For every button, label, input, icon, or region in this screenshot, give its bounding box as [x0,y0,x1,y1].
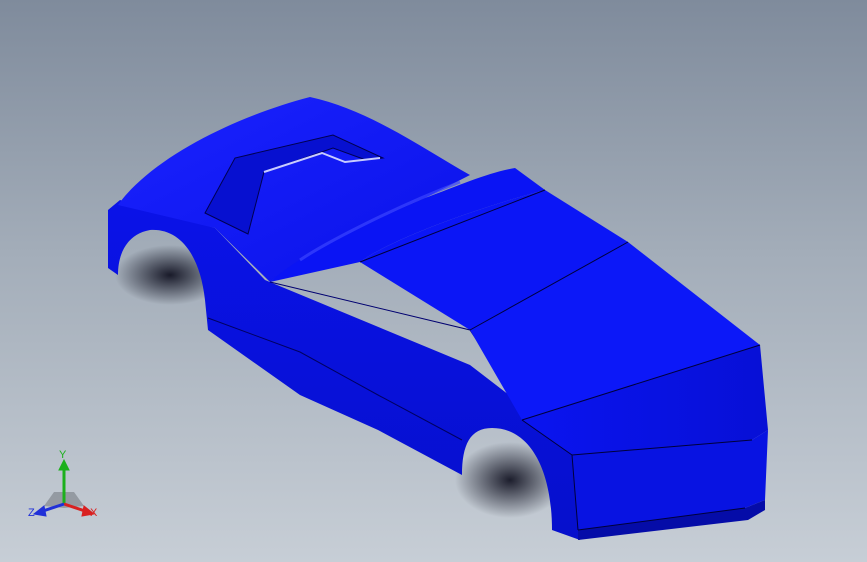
z-axis-arrow [32,505,47,517]
car-body-model[interactable] [0,0,867,562]
orientation-triad[interactable]: Y X Z [24,448,104,528]
y-axis-label: Y [59,449,67,461]
x-axis-label: X [90,507,98,519]
z-axis-label: Z [28,507,35,519]
y-axis-arrow [58,458,70,471]
3d-viewport[interactable]: Y X Z [0,0,867,562]
